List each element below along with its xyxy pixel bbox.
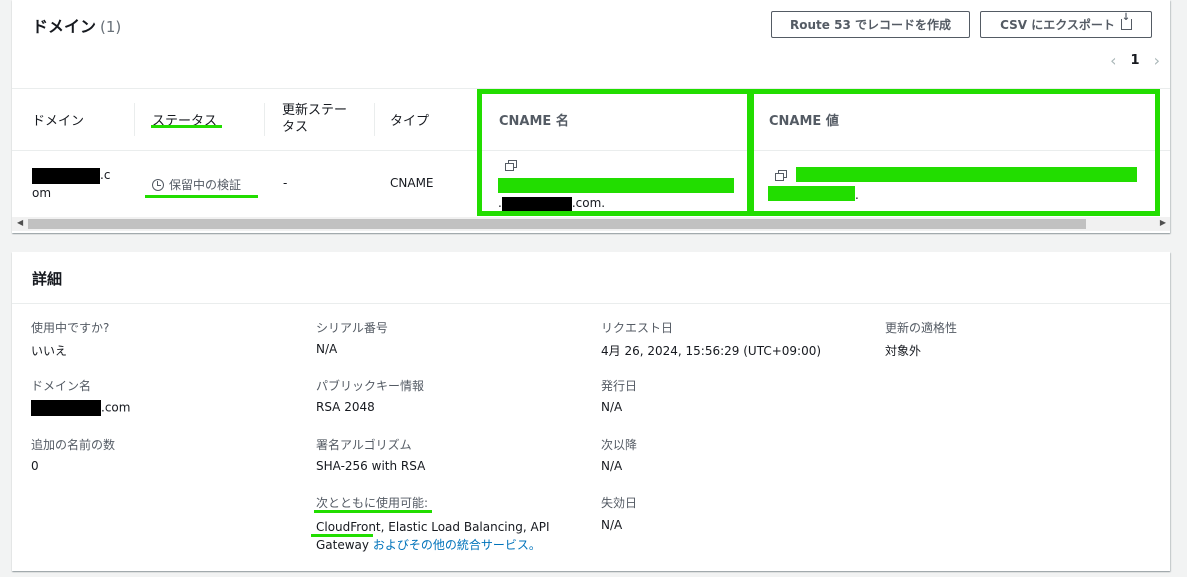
issued-at-value: N/A <box>601 400 623 414</box>
column-separator <box>374 103 375 136</box>
domains-title-text: ドメイン <box>32 17 97 36</box>
public-key-info-label: パブリックキー情報 <box>316 379 425 393</box>
column-header-type-label: タイプ <box>390 113 430 129</box>
additional-names-value: 0 <box>31 459 39 473</box>
domains-title: ドメイン (1) <box>32 13 121 37</box>
row-domain-suffix: .c <box>100 168 111 182</box>
additional-names-label: 追加の名前の数 <box>31 438 116 452</box>
status-text: 保留中の検証 <box>169 178 242 192</box>
not-before-value: N/A <box>601 459 623 473</box>
row-domain-cell: .c om <box>32 166 110 202</box>
status-badge: 保留中の検証 <box>152 176 241 193</box>
column-header-status[interactable]: ステータス <box>152 88 262 150</box>
serial-number-value: N/A <box>316 342 338 356</box>
column-header-domain[interactable]: ドメイン <box>32 88 132 150</box>
row-renewal-status-cell: - <box>283 176 288 190</box>
scroll-left-icon[interactable]: ◀ <box>17 218 23 227</box>
expires-at-value: N/A <box>601 518 623 532</box>
column-separator <box>134 103 135 136</box>
page-number-1[interactable]: 1 <box>1131 53 1140 68</box>
column-header-type[interactable]: タイプ <box>390 88 470 150</box>
renewal-eligibility-value: 対象外 <box>885 344 922 358</box>
next-page-icon[interactable]: › <box>1154 51 1160 70</box>
create-route53-records-label: Route 53 でレコードを作成 <box>790 18 951 32</box>
domain-name-suffix: .com <box>101 400 131 415</box>
usable-with-label-highlight <box>314 510 432 513</box>
details-panel: 詳細 使用中ですか? いいえ ドメイン名 .com 追加の名前の数 0 シリアル… <box>12 252 1170 571</box>
pagination: ‹ 1 › <box>1110 51 1160 70</box>
horizontal-scrollbar[interactable]: ◀ ▶ <box>12 217 1170 231</box>
domains-panel: ドメイン(1) Route 53 でレコードを作成 CSV にエクスポート ‹ … <box>12 0 1170 233</box>
create-route53-records-button[interactable]: Route 53 でレコードを作成 <box>771 11 970 38</box>
expires-at-label: 失効日 <box>601 496 638 510</box>
status-header-highlight <box>151 125 222 128</box>
details-title: 詳細 <box>32 270 63 288</box>
export-csv-button[interactable]: CSV にエクスポート <box>980 11 1152 38</box>
column-header-renewal-status-label: 更新ステータス <box>282 103 348 135</box>
cloudfront-highlight <box>311 534 373 537</box>
row-type-cell: CNAME <box>390 176 434 190</box>
status-value-highlight <box>145 195 258 198</box>
row-domain-suffix-2: om <box>32 186 52 200</box>
usable-with-value-line2: Gateway <box>316 538 370 552</box>
issued-at-label: 発行日 <box>601 379 638 393</box>
other-integrated-services-link[interactable]: およびその他の統合サービス。 <box>373 538 541 552</box>
cname-name-highlight-box <box>477 89 752 216</box>
previous-page-icon[interactable]: ‹ <box>1110 51 1116 70</box>
details-header-divider <box>12 303 1170 304</box>
scrollbar-thumb[interactable] <box>28 219 1086 229</box>
column-header-renewal-status[interactable]: 更新ステータス <box>282 88 354 150</box>
requested-at-label: リクエスト日 <box>601 321 674 335</box>
requested-at-value: 4月 26, 2024, 15:56:29 (UTC+09:00) <box>601 344 822 358</box>
column-header-domain-label: ドメイン <box>32 113 85 129</box>
signature-algorithm-value: SHA-256 with RSA <box>316 459 426 473</box>
public-key-info-value: RSA 2048 <box>316 400 375 414</box>
domain-name-value: .com <box>31 400 130 416</box>
download-icon <box>1120 13 1132 30</box>
usable-with-label: 次とともに使用可能: <box>316 496 429 510</box>
clock-icon <box>152 178 164 191</box>
cname-value-highlight-box <box>749 89 1160 216</box>
scroll-right-icon[interactable]: ▶ <box>1160 218 1166 227</box>
redacted-domain <box>32 167 100 184</box>
renewal-eligibility-label: 更新の適格性 <box>885 321 958 335</box>
not-before-label: 次以降 <box>601 438 638 452</box>
export-csv-label: CSV にエクスポート <box>1000 18 1115 32</box>
in-use-label: 使用中ですか? <box>31 321 110 335</box>
column-separator <box>264 103 265 136</box>
redacted-domain-name <box>31 400 101 416</box>
signature-algorithm-label: 署名アルゴリズム <box>316 438 412 452</box>
serial-number-label: シリアル番号 <box>316 321 388 335</box>
in-use-value: いいえ <box>31 344 68 358</box>
domain-name-label: ドメイン名 <box>31 379 92 393</box>
domains-count: (1) <box>100 18 122 36</box>
